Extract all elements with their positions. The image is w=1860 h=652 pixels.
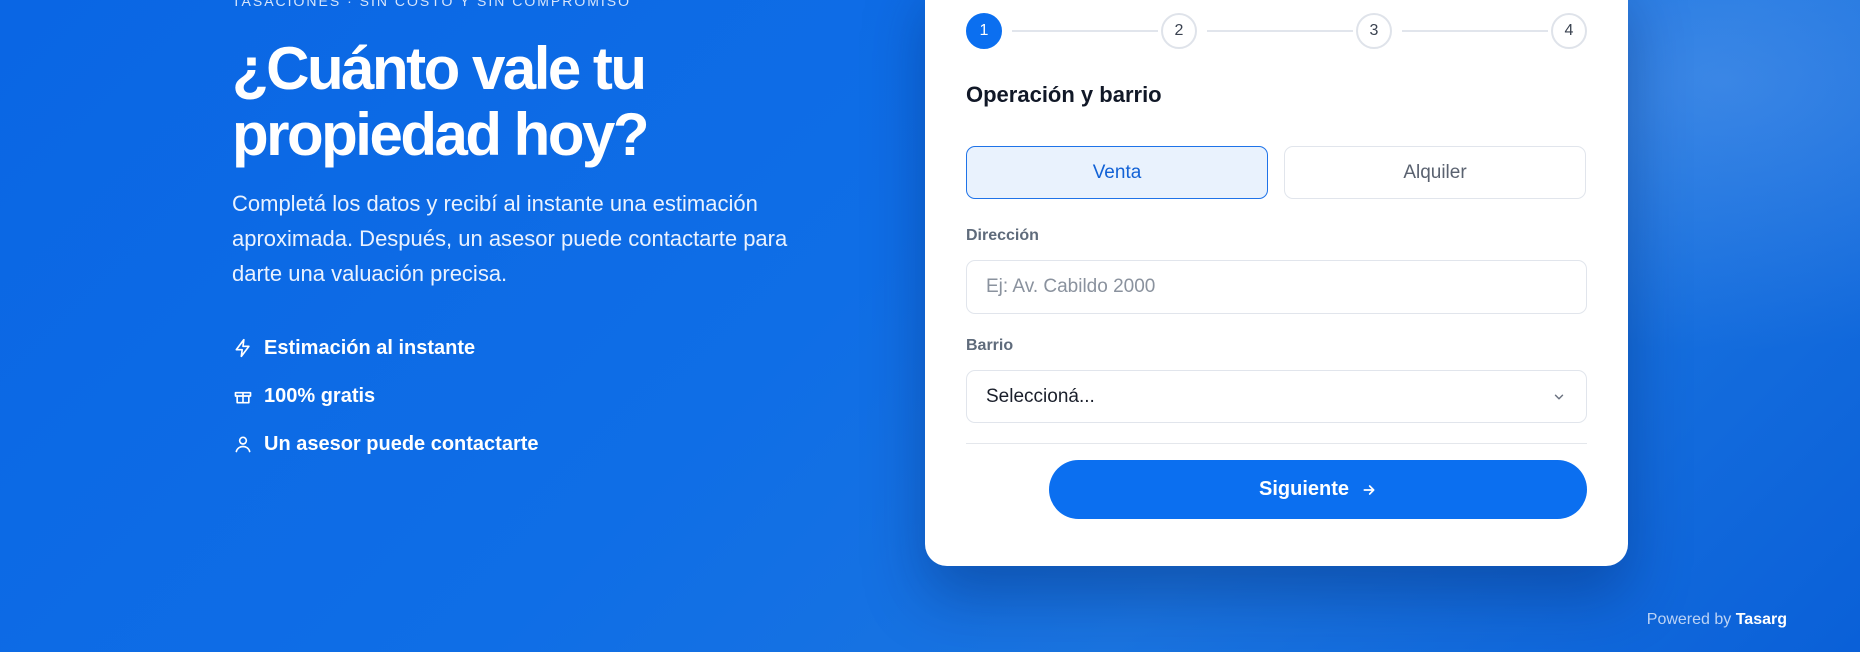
step-3[interactable]: 3 xyxy=(1356,13,1392,49)
next-button-label: Siguiente xyxy=(1258,478,1349,500)
hero-eyebrow: TASACIONES · SIN COSTO Y SIN COMPROMISO xyxy=(232,0,632,9)
feature-label: 100% gratis xyxy=(264,384,376,407)
operation-venta-button[interactable]: Venta xyxy=(966,146,1268,199)
hero-title: ¿Cuánto vale tu propiedad hoy? xyxy=(232,35,650,168)
valuation-form-card: 1 2 3 4 Operación y barrio Venta Alquile… xyxy=(925,0,1628,566)
stepper: 1 2 3 4 xyxy=(966,13,1587,49)
feature-label: Un asesor puede contactarte xyxy=(264,432,539,455)
form-divider xyxy=(966,443,1587,444)
next-button[interactable]: Siguiente xyxy=(1049,460,1587,519)
barrio-select-value: Seleccioná... xyxy=(986,385,1095,407)
section-title: Operación y barrio xyxy=(966,82,1162,107)
barrio-select[interactable]: Seleccioná... xyxy=(966,370,1587,423)
feature-item: 100% gratis xyxy=(232,372,539,420)
operation-alquiler-button[interactable]: Alquiler xyxy=(1284,146,1586,199)
address-label: Dirección xyxy=(966,227,1039,244)
arrow-right-icon xyxy=(1361,482,1377,498)
step-connector xyxy=(1402,30,1548,32)
user-icon xyxy=(232,433,254,455)
step-connector xyxy=(1012,30,1158,32)
lightning-icon xyxy=(232,337,254,359)
gift-icon xyxy=(232,385,254,407)
step-2[interactable]: 2 xyxy=(1161,13,1197,49)
step-connector xyxy=(1207,30,1353,32)
brand-link[interactable]: Tasarg xyxy=(1736,611,1787,628)
hero-lead: Completá los datos y recibí al instante … xyxy=(232,191,788,286)
step-1[interactable]: 1 xyxy=(966,13,1002,49)
address-input[interactable] xyxy=(966,260,1587,314)
feature-item: Estimación al instante xyxy=(232,324,539,372)
feature-list: Estimación al instante 100% gratis Un as… xyxy=(232,324,539,468)
chevron-down-icon xyxy=(1552,389,1568,405)
feature-label: Estimación al instante xyxy=(264,336,476,359)
step-4[interactable]: 4 xyxy=(1551,13,1587,49)
feature-item: Un asesor puede contactarte xyxy=(232,420,539,468)
powered-by: Powered by Tasarg xyxy=(1647,611,1787,629)
barrio-label: Barrio xyxy=(966,337,1014,354)
powered-by-text: Powered by xyxy=(1646,611,1732,628)
